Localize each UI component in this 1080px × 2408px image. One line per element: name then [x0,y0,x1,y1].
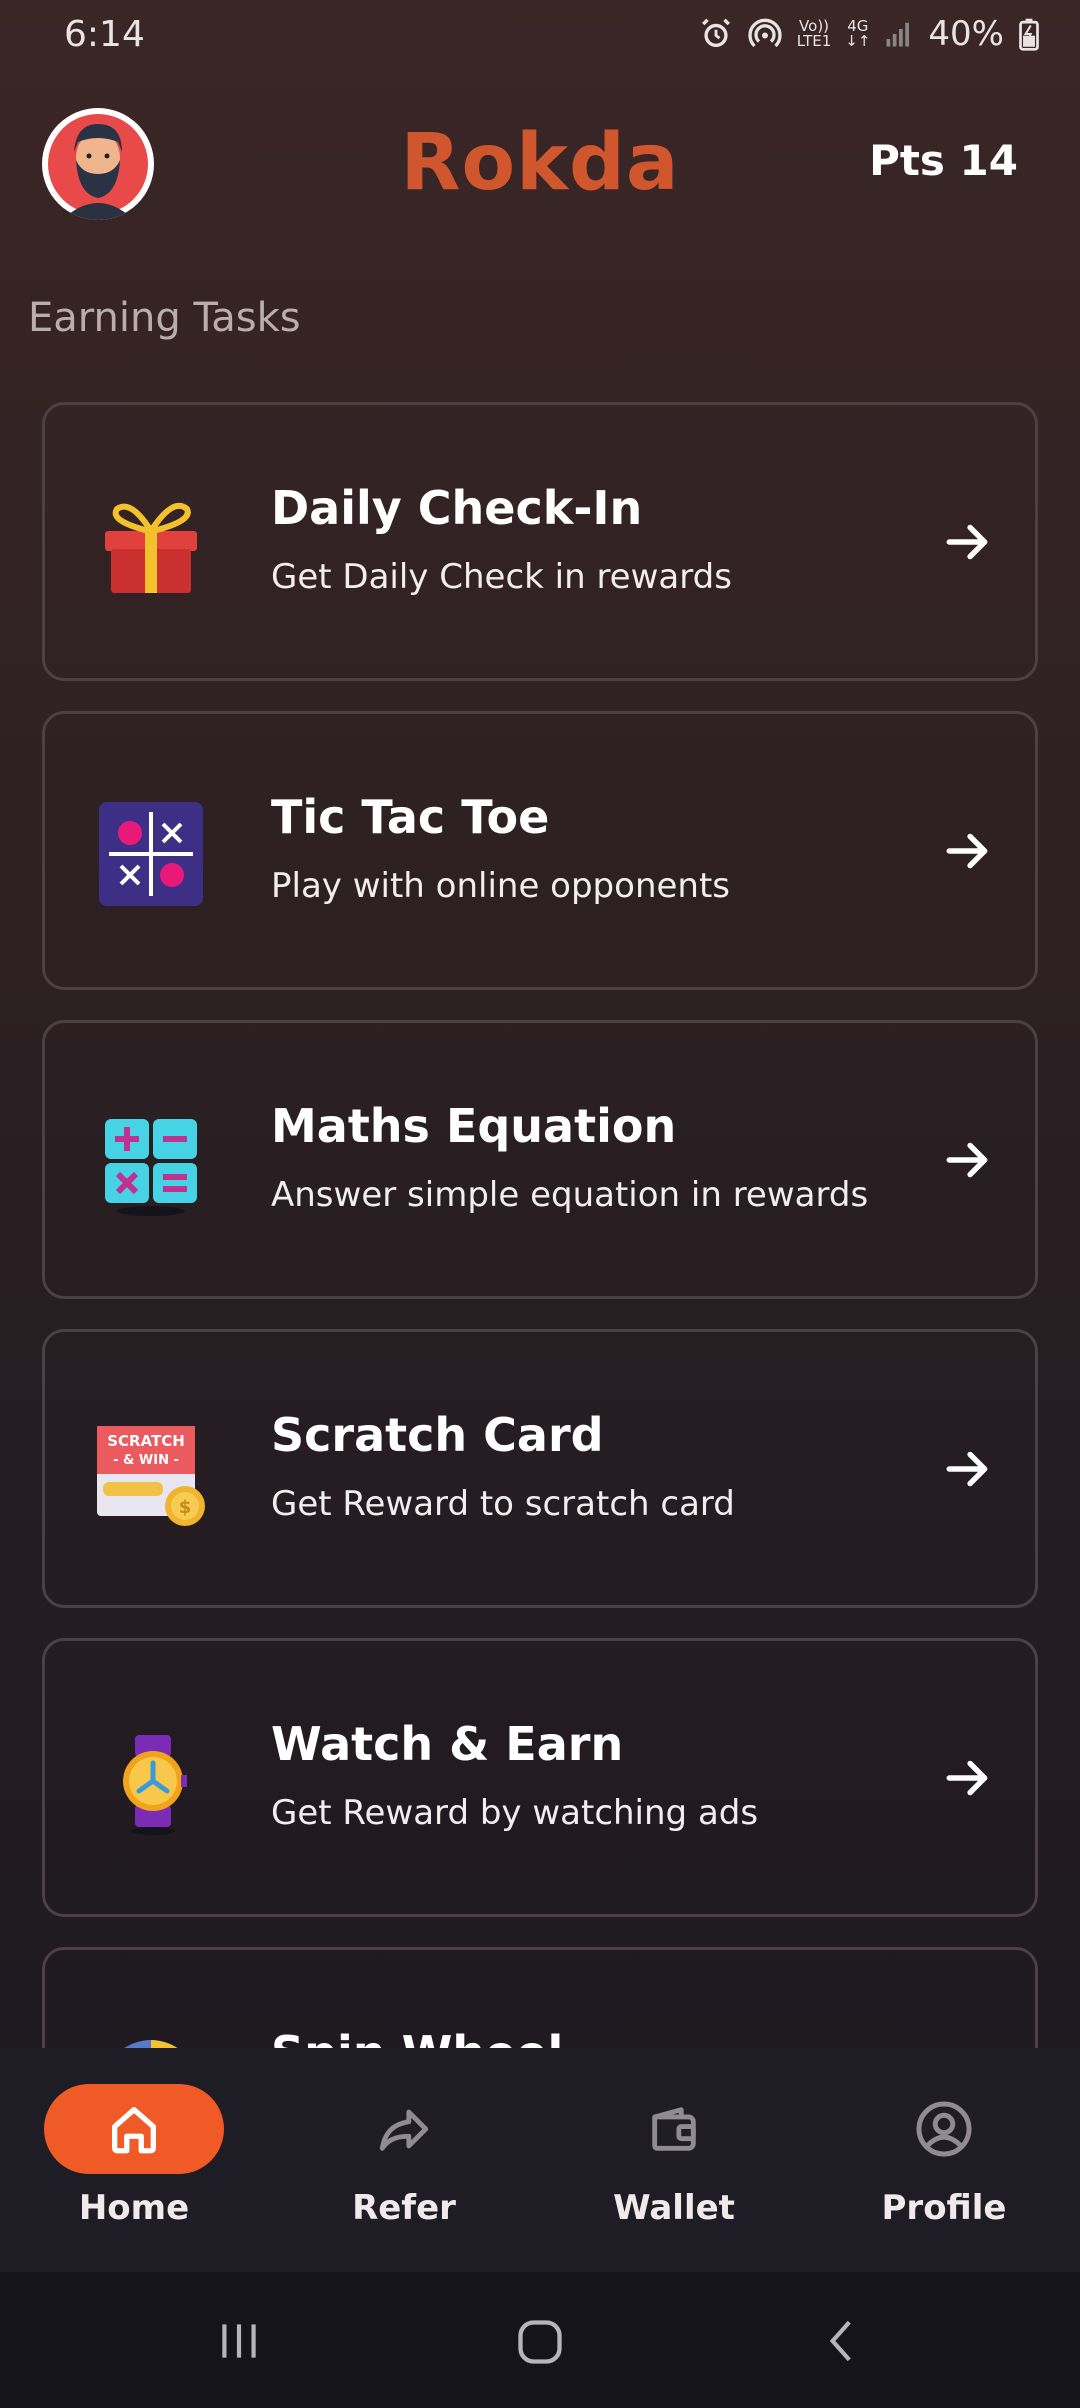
nav-wallet-pill[interactable] [584,2084,764,2174]
arrow-right-icon [946,833,988,869]
arrow-right-icon [946,1142,988,1178]
nav-home-pill[interactable] [44,2084,224,2174]
network-type: 4G ↓↑ [845,17,871,50]
nav-wallet-label: Wallet [613,2188,735,2228]
battery-percent: 40% [928,14,1004,54]
back-icon[interactable] [818,2316,868,2366]
nav-profile[interactable]: Profile [844,2084,1044,2228]
points-display: Pts 14 [869,136,1018,185]
signal-icon [886,22,910,47]
nav-home[interactable]: Home [34,2084,234,2228]
nav-refer-label: Refer [352,2188,456,2228]
arrow-right-icon [946,1760,988,1796]
task-subtitle: Get Daily Check in rewards [271,557,732,597]
nav-refer[interactable]: Refer [304,2084,504,2228]
nav-profile-label: Profile [881,2188,1007,2228]
bottom-navigation: Home Refer Wallet Profile [0,2048,1080,2272]
task-title: Scratch Card [271,1408,604,1462]
status-time: 6:14 [64,14,145,55]
task-title: Tic Tac Toe [271,790,550,844]
task-subtitle: Play with online opponents [271,866,730,906]
task-subtitle: Answer simple equation in rewards [271,1175,869,1215]
arrow-right-icon [946,524,988,560]
recent-apps-icon[interactable] [214,2316,264,2366]
nav-home-label: Home [78,2188,190,2228]
gift-icon [105,502,197,593]
calculator-icon [105,1119,197,1216]
share-arrow-icon [379,2109,429,2151]
home-icon [112,2107,156,2154]
task-card-maths-equation[interactable]: Maths Equation Answer simple equation in… [42,1020,1038,1299]
alarm-icon [701,18,730,48]
hotspot-icon [748,18,782,48]
status-icons: Vo)) LTE1 4G ↓↑ 40% [699,14,1040,54]
task-card-watch-earn[interactable]: Watch & Earn Get Reward by watching ads [42,1638,1038,1917]
home-button-icon[interactable] [514,2316,566,2368]
svg-text:$: $ [179,1497,192,1518]
task-subtitle: Get Reward to scratch card [271,1484,735,1524]
task-card-scratch-card[interactable]: SCRATCH - & WIN - $ Scratch Card Get Rew… [42,1329,1038,1608]
status-bar: 6:14 Vo)) LTE1 4G ↓↑ 40% [0,0,1080,70]
task-title: Watch & Earn [271,1717,624,1771]
task-card-daily-check-in[interactable]: Daily Check-In Get Daily Check in reward… [42,402,1038,681]
volte-indicator: Vo)) LTE1 [796,17,832,50]
watch-icon [123,1735,187,1835]
svg-text:SCRATCH: SCRATCH [107,1432,185,1450]
task-list: Daily Check-In Get Daily Check in reward… [42,402,1038,2256]
svg-text:- & WIN -: - & WIN - [113,1453,179,1468]
nav-refer-pill[interactable] [314,2084,494,2174]
user-circle-icon [916,2101,972,2157]
task-subtitle: Get Reward by watching ads [271,1793,759,1833]
tic-tac-toe-icon [99,802,203,906]
nav-profile-pill[interactable] [854,2084,1034,2174]
nav-wallet[interactable]: Wallet [574,2084,774,2228]
arrow-right-icon [946,1451,988,1487]
task-title: Daily Check-In [271,481,643,535]
task-title: Maths Equation [271,1099,677,1153]
task-card-tic-tac-toe[interactable]: Tic Tac Toe Play with online opponents [42,711,1038,990]
scratch-card-icon: SCRATCH - & WIN - $ [97,1426,205,1526]
wallet-icon [652,2107,696,2151]
system-navigation-bar [0,2272,1080,2408]
section-title: Earning Tasks [28,295,301,341]
battery-charging-icon [1019,18,1039,51]
